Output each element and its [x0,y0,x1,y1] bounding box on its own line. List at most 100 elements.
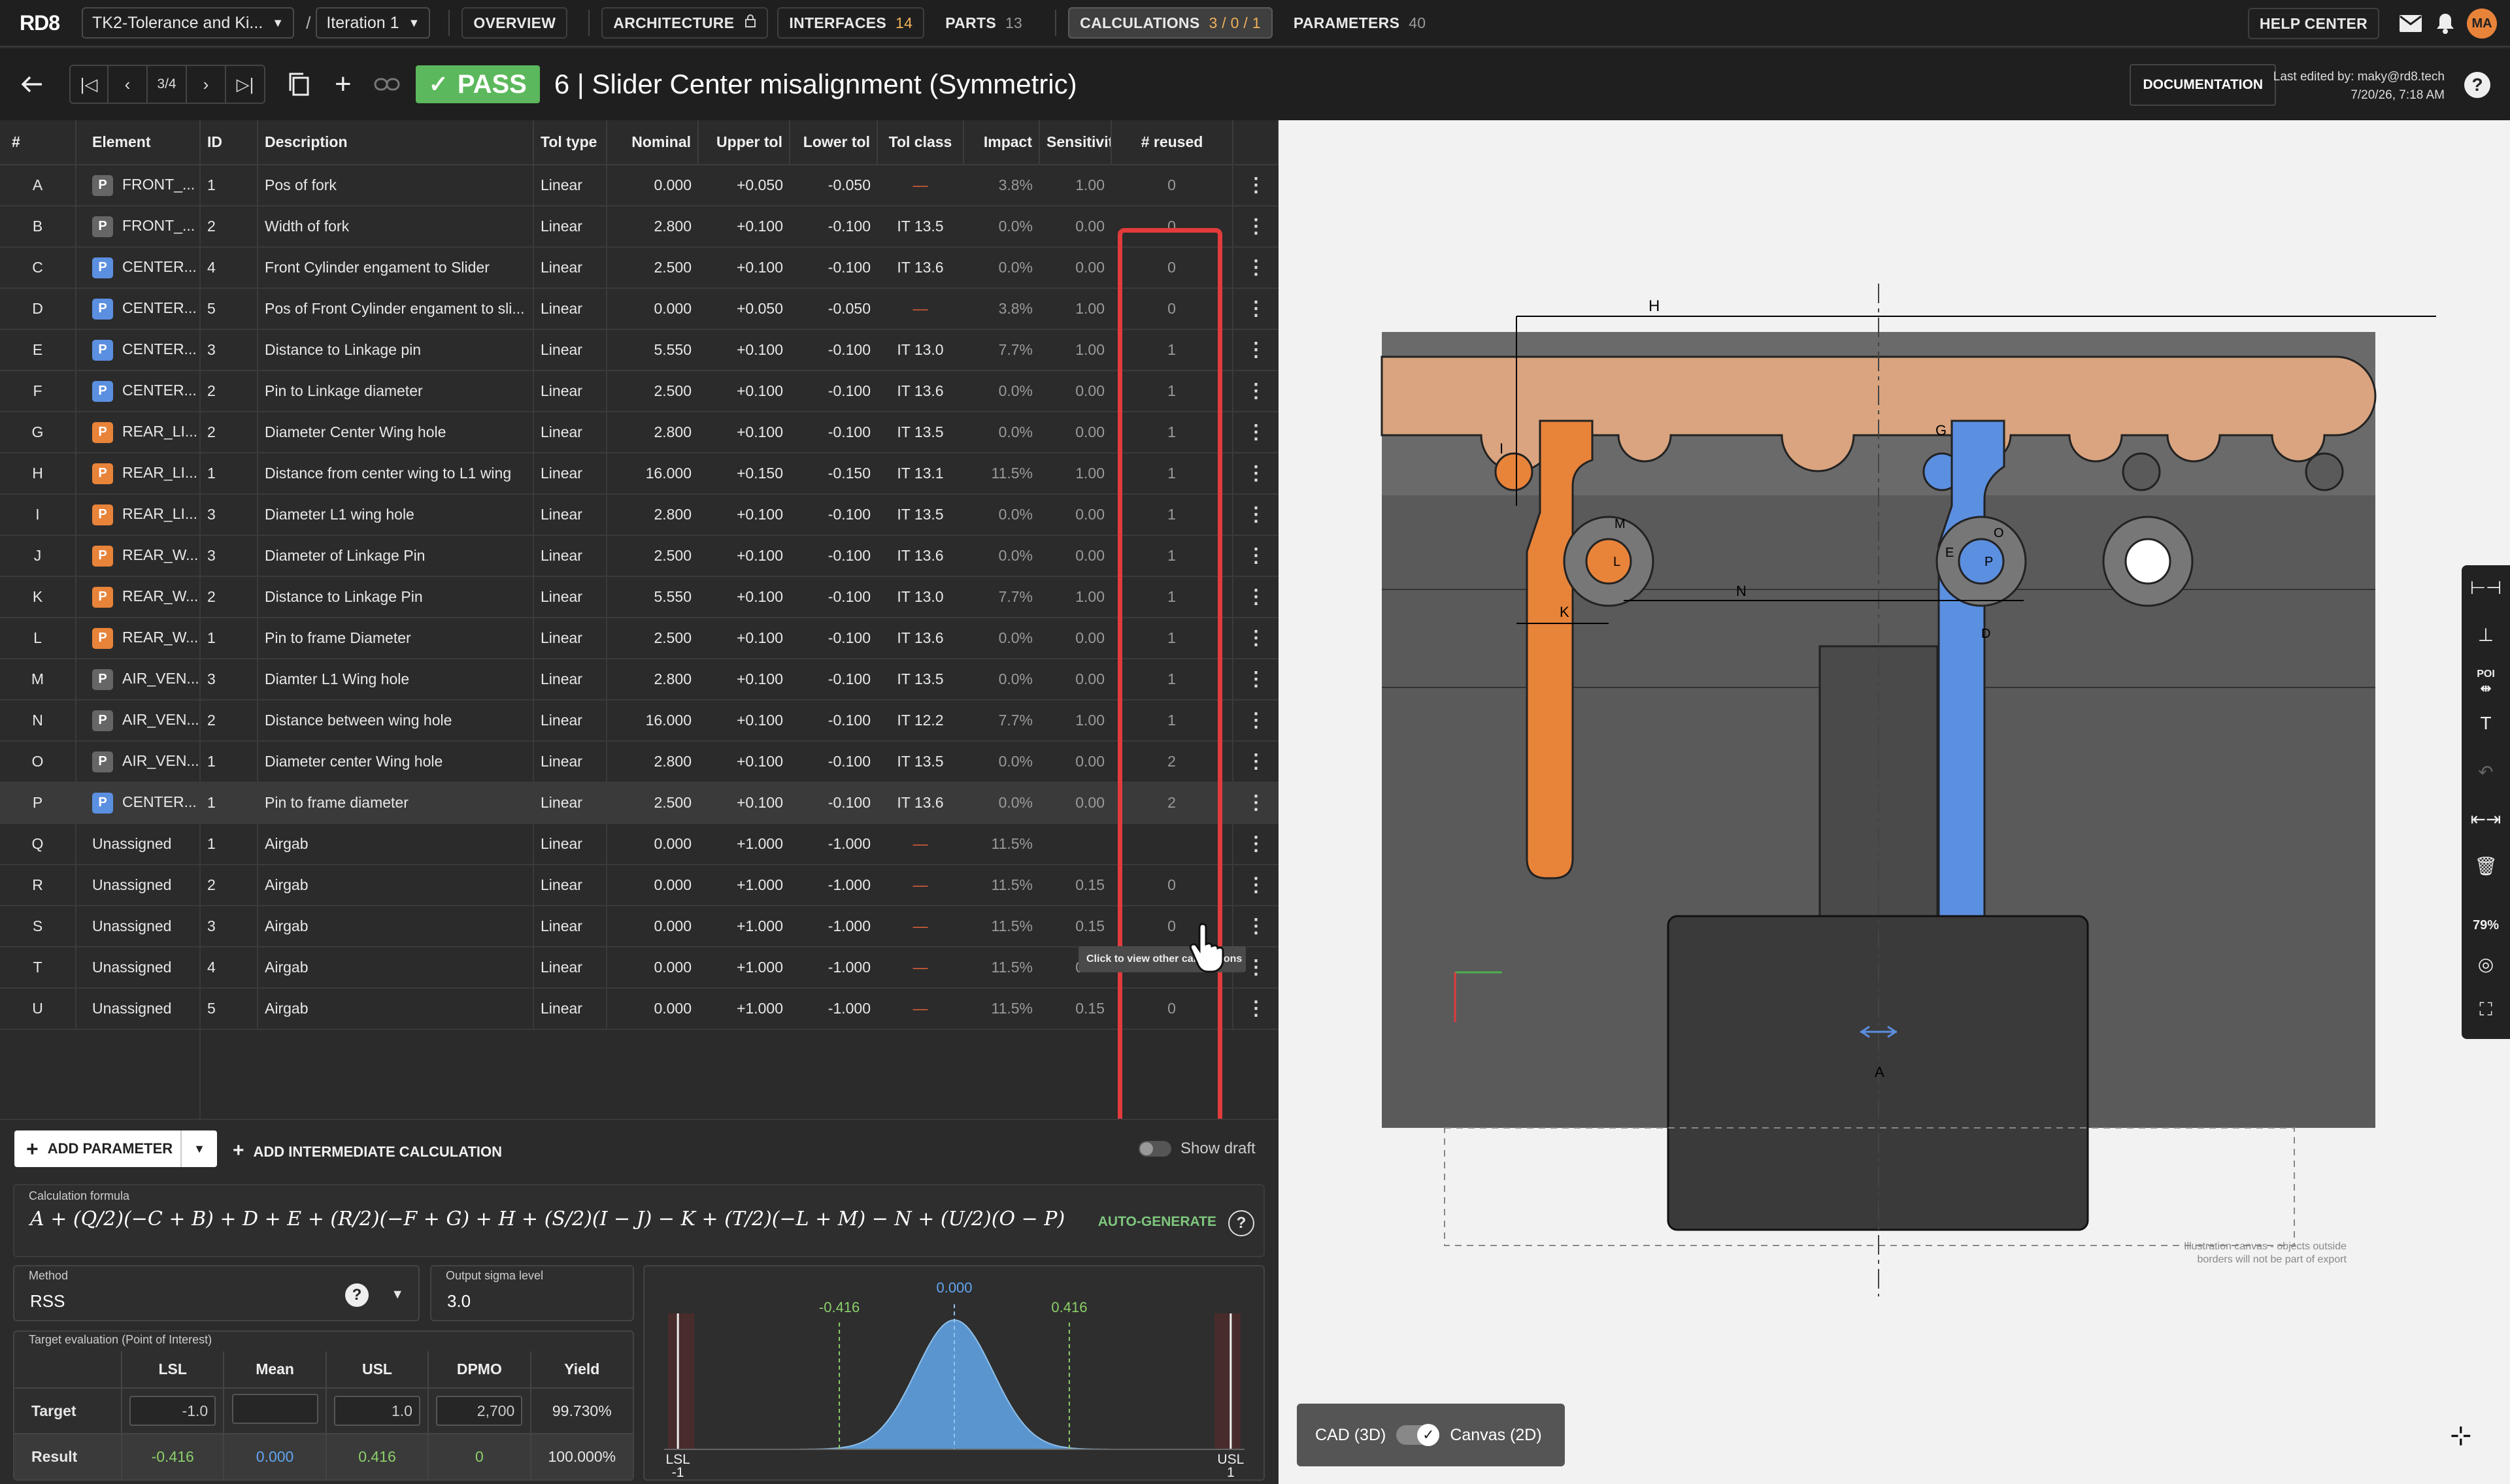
help-icon[interactable]: ? [345,1283,369,1307]
method-select[interactable]: Method RSS ? ▼ [13,1265,420,1321]
table-row[interactable]: F P CENTER... 2 Pin to Linkage diameter Linea… [0,371,1279,412]
table-row[interactable]: D P CENTER... 5 Pos of Front Cylinder engame… [0,288,1279,330]
nav-parts[interactable]: PARTS 13 [933,7,1034,39]
toggle-switch[interactable] [1139,1141,1171,1157]
more-vert-icon[interactable]: ⋮ [1247,545,1266,567]
nav-overview[interactable]: OVERVIEW [461,7,568,39]
table-row[interactable]: S Unassigned 3 Airgab Linear 0.000 +1.000 -1.00… [0,906,1279,948]
table-row[interactable]: K P REAR_W... 2 Distance to Linkage Pin Linea… [0,576,1279,618]
help-icon[interactable]: ? [1228,1210,1254,1236]
table-row[interactable]: M P AIR_VEN... 3 Diamter L1 Wing hole Linear 2… [0,659,1279,701]
col-header[interactable]: Lower tol [790,120,878,165]
table-row[interactable]: B P FRONT_... 2 Width of fork Linear 2.800 +0.1… [0,206,1279,248]
more-vert-icon[interactable]: ⋮ [1247,586,1266,608]
more-vert-icon[interactable]: ⋮ [1247,957,1266,978]
prev-page-button[interactable]: ‹ [109,65,148,104]
cad-3d-label[interactable]: CAD (3D) [1315,1426,1386,1445]
more-vert-icon[interactable]: ⋮ [1247,627,1266,649]
cell-reused[interactable]: 0 [1111,206,1233,248]
col-header[interactable]: Description [258,120,534,165]
more-vert-icon[interactable]: ⋮ [1247,421,1266,443]
view-toggle-switch[interactable] [1396,1424,1440,1446]
table-row[interactable]: N P AIR_VEN... 2 Distance between wing hole L… [0,700,1279,742]
bell-icon[interactable] [2435,12,2455,35]
col-header[interactable]: Tol type [533,120,607,165]
dimension-vertical-icon[interactable]: ⊥ [2462,624,2510,646]
cell-reused[interactable]: 1 [1111,329,1233,371]
cell-reused[interactable]: 1 [1111,659,1233,701]
documentation-button[interactable]: DOCUMENTATION [2130,64,2276,106]
iteration-selector[interactable]: Iteration 1 ▼ [316,7,431,39]
next-page-button[interactable]: › [187,65,226,104]
undo-icon[interactable]: ↶ [2462,761,2510,783]
more-vert-icon[interactable]: ⋮ [1247,380,1266,402]
auto-generate-button[interactable]: AUTO-GENERATE [1098,1214,1216,1230]
more-vert-icon[interactable]: ⋮ [1247,504,1266,525]
more-vert-icon[interactable]: ⋮ [1247,339,1266,361]
avatar[interactable]: MA [2467,8,2497,39]
more-vert-icon[interactable]: ⋮ [1247,874,1266,896]
target-mean-input[interactable] [231,1394,318,1424]
first-page-button[interactable]: |◁ [69,65,109,104]
help-center-button[interactable]: HELP CENTER [2247,8,2379,39]
canvas-2d-label[interactable]: Canvas (2D) [1450,1426,1541,1445]
table-row[interactable]: O P AIR_VEN... 1 Diameter center Wing hole Li… [0,741,1279,783]
col-header[interactable]: Element [76,120,201,165]
fit-view-icon[interactable]: ◎ [2462,953,2510,975]
cell-reused[interactable]: 0 [1111,865,1233,906]
more-vert-icon[interactable]: ⋮ [1247,216,1266,237]
col-header[interactable]: # [0,120,76,165]
target-usl-input[interactable]: 1.0 [333,1396,420,1426]
more-vert-icon[interactable]: ⋮ [1247,257,1266,278]
nav-architecture[interactable]: ARCHITECTURE [601,7,769,39]
table-row[interactable]: R Unassigned 2 Airgab Linear 0.000 +1.000 -1.00… [0,865,1279,906]
target-dpmo-input[interactable]: 2,700 [436,1396,523,1426]
add-parameter-button[interactable]: + ADD PARAMETER ▼ [14,1130,217,1167]
formula-field[interactable]: Calculation formula A + (Q/2)(−C + B) + … [13,1184,1265,1257]
cell-reused[interactable]: 1 [1111,371,1233,412]
cell-reused[interactable]: 2 [1111,782,1233,824]
add-intermediate-button[interactable]: + ADD INTERMEDIATE CALCULATION [233,1140,502,1162]
table-row[interactable]: A P FRONT_... 1 Pos of fork Linear 0.000 +0.050… [0,165,1279,206]
back-arrow-icon[interactable] [21,74,43,94]
col-header[interactable]: Sensitivit [1039,120,1112,165]
cell-reused[interactable]: 0 [1111,988,1233,1030]
dimension-horizontal-icon[interactable]: ⊢⊣ [2462,577,2510,599]
target-lsl-input[interactable]: -1.0 [129,1396,216,1426]
last-page-button[interactable]: ▷| [226,65,265,104]
cell-reused[interactable]: 1 [1111,494,1233,536]
table-row[interactable]: P P CENTER... 1 Pin to frame diameter Linear 2… [0,782,1279,824]
col-header[interactable]: Nominal [607,120,699,165]
table-row[interactable]: L P REAR_W... 1 Pin to frame Diameter Linear 2… [0,618,1279,659]
more-vert-icon[interactable]: ⋮ [1247,710,1266,731]
chevron-down-icon[interactable]: ▼ [180,1130,217,1167]
cell-reused[interactable]: 0 [1111,288,1233,330]
col-header[interactable]: ID [200,120,258,165]
cell-reused[interactable]: 1 [1111,618,1233,659]
cell-reused[interactable]: 1 [1111,412,1233,453]
table-row[interactable]: U Unassigned 5 Airgab Linear 0.000 +1.000 -1.00… [0,988,1279,1030]
cell-reused[interactable]: 2 [1111,741,1233,783]
delete-icon[interactable]: 🗑 [2462,855,2510,877]
col-header[interactable]: Tol class [877,120,964,165]
link-icon[interactable] [374,76,400,92]
view-mode-toggle[interactable]: CAD (3D) Canvas (2D) [1297,1404,1565,1466]
fullscreen-icon[interactable]: ⛶ [2462,999,2510,1021]
cell-reused[interactable]: 1 [1111,453,1233,495]
cell-reused[interactable] [1111,823,1233,865]
table-row[interactable]: H P REAR_LI... 1 Distance from center wing t… [0,453,1279,495]
cell-reused[interactable]: 1 [1111,700,1233,742]
project-selector[interactable]: TK2-Tolerance and Ki... ▼ [82,7,295,39]
nav-calculations[interactable]: CALCULATIONS 3 / 0 / 1 [1068,7,1273,39]
help-icon[interactable]: ? [2464,72,2490,98]
nav-parameters[interactable]: PARAMETERS 40 [1282,7,1438,39]
table-row[interactable]: J P REAR_W... 3 Diameter of Linkage Pin Linea… [0,535,1279,577]
cell-reused[interactable]: 0 [1111,247,1233,289]
more-vert-icon[interactable]: ⋮ [1247,792,1266,814]
cell-reused[interactable]: 1 [1111,535,1233,577]
col-header[interactable]: Upper tol [698,120,790,165]
more-vert-icon[interactable]: ⋮ [1247,751,1266,772]
cell-reused[interactable]: 0 [1111,165,1233,206]
table-row[interactable]: Q Unassigned 1 Airgab Linear 0.000 +1.000 -1.00… [0,823,1279,865]
nav-interfaces[interactable]: INTERFACES 14 [777,7,925,39]
